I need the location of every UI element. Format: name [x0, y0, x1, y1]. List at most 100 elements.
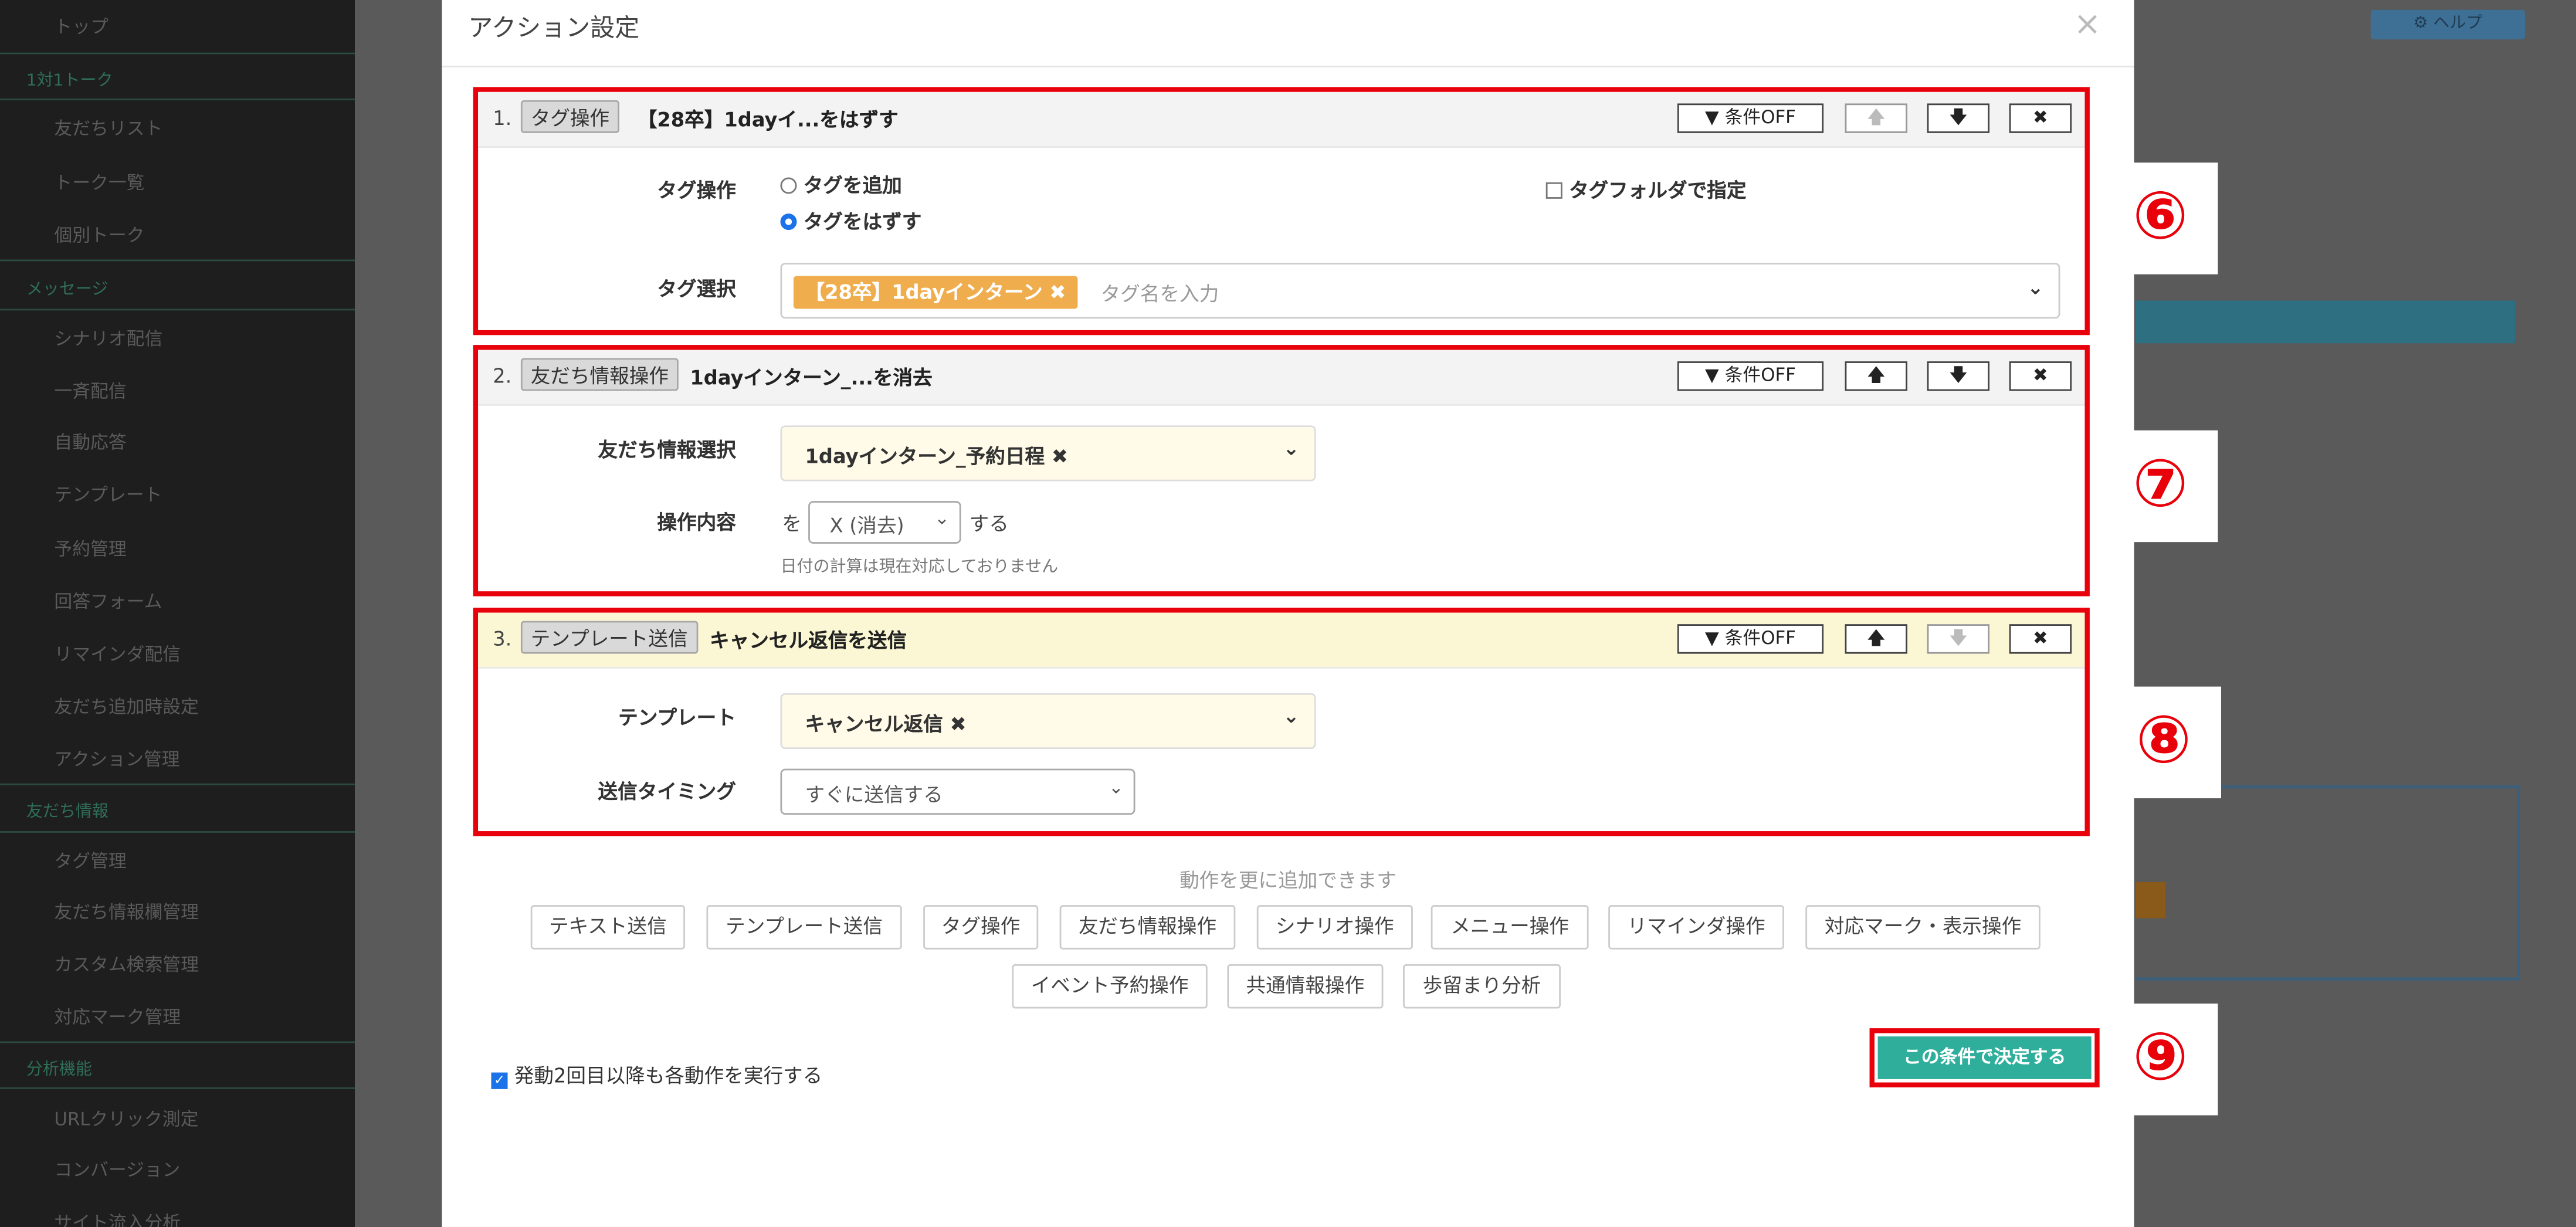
action-number: 1.	[493, 107, 512, 130]
friend-info-label: 友だち情報選択	[598, 438, 736, 462]
add-text-send-button[interactable]: テキスト送信	[530, 905, 686, 950]
chevron-down-icon: ⌄	[934, 507, 950, 529]
tag-select-label: タグ選択	[657, 277, 736, 301]
sidebar-item: コンバージョン	[54, 1160, 181, 1181]
confirm-button[interactable]: この条件で決定する	[1877, 1036, 2092, 1079]
add-friend-info-op-button[interactable]: 友だち情報操作	[1059, 905, 1236, 950]
sidebar-item: 対応マーク管理	[54, 1006, 181, 1029]
sidebar-item: シナリオ配信	[54, 328, 163, 350]
sidebar-item: アクション管理	[54, 749, 180, 771]
sidebar-divider	[0, 52, 355, 55]
condition-off-button[interactable]: ▼ 条件OFF	[1677, 361, 1824, 391]
template-select[interactable]: キャンセル返信 ✖ ⌄	[780, 693, 1316, 750]
action-block-friend-info: 2. 友だち情報操作 1dayインターン_...を消去 ▼ 条件OFF 🡅 🡇 …	[473, 345, 2090, 596]
annotation-9: ⑨	[2103, 1004, 2218, 1116]
add-tag-radio[interactable]: タグを追加	[780, 171, 902, 199]
move-down-icon[interactable]: 🡇	[1927, 361, 1990, 391]
background-sidebar: トップ 1対1トーク 友だちリスト トーク一覧 個別トーク メッセージ シナリオ…	[0, 0, 355, 1227]
move-up-icon[interactable]: 🡅	[1845, 361, 1907, 391]
add-event-reserve-op-button[interactable]: イベント予約操作	[1012, 964, 1208, 1009]
annotation-8: ⑧	[2106, 686, 2221, 799]
add-template-send-button[interactable]: テンプレート送信	[706, 905, 902, 950]
sidebar-item: 友だち情報欄管理	[54, 901, 199, 923]
sidebar-item: タグ管理	[54, 850, 127, 873]
help-label: ヘルプ	[2433, 15, 2483, 33]
add-reminder-op-button[interactable]: リマインダ操作	[1608, 905, 1784, 950]
sidebar-item: 友だち追加時設定	[54, 696, 199, 718]
help-icon: ⚙	[2413, 15, 2433, 33]
friend-info-select[interactable]: 1dayインターン_予約日程 ✖ ⌄	[780, 425, 1316, 482]
template-value: キャンセル返信 ✖	[805, 713, 967, 736]
condition-label: 条件OFF	[1724, 627, 1796, 649]
chevron-down-icon[interactable]: ⌄	[1283, 704, 1299, 727]
action-block-tag: 1. タグ操作 【28卒】1dayイ...をはずす ▼ 条件OFF 🡅 🡇 ✖ …	[473, 87, 2090, 335]
template-label: テンプレート	[618, 706, 736, 730]
sidebar-item: サイト流入分析	[54, 1212, 181, 1227]
operation-label: 操作内容	[657, 510, 736, 534]
sidebar-item: 予約管理	[54, 538, 127, 560]
tag-folder-checkbox[interactable]: タグフォルダで指定	[1545, 176, 1747, 204]
filter-icon: ▼	[1705, 107, 1725, 128]
action-type-chip: 友だち情報操作	[520, 358, 679, 391]
send-timing-select[interactable]: すぐに送信する ⌄	[780, 768, 1136, 815]
condition-off-button[interactable]: ▼ 条件OFF	[1677, 624, 1824, 654]
send-timing-value: すぐに送信する	[805, 783, 943, 807]
close-icon[interactable]: ×	[2074, 4, 2102, 43]
repeat-actions-checkbox[interactable]: ✓ 発動2回目以降も各動作を実行する	[491, 1061, 822, 1089]
move-down-icon[interactable]: 🡇	[1927, 103, 1990, 133]
chevron-down-icon[interactable]: ⌄	[2027, 276, 2043, 299]
sidebar-divider	[0, 1087, 355, 1089]
sidebar-section: メッセージ	[26, 280, 109, 299]
action-type-chip: テンプレート送信	[520, 621, 698, 654]
action-title: 【28卒】1dayイ...をはずす	[637, 108, 899, 132]
action-number: 2.	[493, 364, 512, 388]
delete-icon[interactable]: ✖	[2009, 624, 2072, 654]
date-calc-note: 日付の計算は現在対応しておりません	[780, 558, 1059, 577]
add-mark-display-op-button[interactable]: 対応マーク・表示操作	[1805, 905, 2041, 950]
operation-select[interactable]: X (消去) ⌄	[808, 501, 961, 544]
background-bar	[2136, 300, 2516, 344]
delete-icon[interactable]: ✖	[2009, 103, 2072, 133]
confirm-highlight: この条件で決定する	[1869, 1028, 2100, 1087]
tag-operation-label: タグ操作	[657, 179, 736, 202]
move-up-icon[interactable]: 🡅	[1845, 624, 1907, 654]
add-scenario-op-button[interactable]: シナリオ操作	[1256, 905, 1413, 950]
add-tag-op-button[interactable]: タグ操作	[923, 905, 1039, 950]
action-block-template: 3. テンプレート送信 キャンセル返信を送信 ▼ 条件OFF 🡅 🡇 ✖ テンプ…	[473, 608, 2090, 836]
sidebar-item: 個別トーク	[54, 225, 145, 247]
background-box	[2136, 785, 2520, 981]
selected-tag[interactable]: 【28卒】1dayインターン ✖	[793, 276, 1077, 309]
chevron-down-icon: ⌄	[1109, 777, 1124, 799]
delete-icon[interactable]: ✖	[2009, 361, 2072, 391]
condition-off-button[interactable]: ▼ 条件OFF	[1677, 103, 1824, 133]
action-title: 1dayインターン_...を消去	[690, 366, 933, 389]
sidebar-item: テンプレート	[54, 484, 162, 506]
sidebar-divider	[0, 831, 355, 833]
sidebar-section: 分析機能	[26, 1061, 92, 1079]
filter-icon: ▼	[1705, 364, 1725, 387]
action-type-chip: タグ操作	[520, 100, 620, 133]
background-marker	[2136, 882, 2165, 918]
move-up-icon[interactable]: 🡅	[1845, 103, 1907, 133]
sidebar-divider	[0, 1041, 355, 1043]
sidebar-item: 一斉配信	[54, 381, 127, 403]
tag-select-input[interactable]: 【28卒】1dayインターン ✖ タグ名を入力 ⌄	[780, 263, 2060, 319]
action-settings-modal: アクション設定 × 1. タグ操作 【28卒】1dayイ...をはずす ▼ 条件…	[442, 0, 2134, 1227]
operation-value: X (消去)	[829, 514, 904, 537]
condition-label: 条件OFF	[1724, 107, 1796, 128]
action-title: キャンセル返信を送信	[710, 629, 907, 652]
sidebar-item: トップ	[54, 16, 109, 38]
tag-search-placeholder[interactable]: タグ名を入力	[1101, 279, 1219, 307]
move-down-icon[interactable]: 🡇	[1927, 624, 1990, 654]
add-menu-op-button[interactable]: メニュー操作	[1431, 905, 1589, 950]
action-number: 3.	[493, 627, 512, 650]
add-shared-info-op-button[interactable]: 共通情報操作	[1227, 964, 1384, 1009]
sidebar-item: トーク一覧	[54, 172, 145, 194]
add-yield-analysis-button[interactable]: 歩留まり分析	[1403, 964, 1561, 1009]
friend-info-value: 1dayインターン_予約日程 ✖	[805, 445, 1069, 469]
sidebar-item: リマインダ配信	[54, 643, 181, 666]
chevron-down-icon[interactable]: ⌄	[1283, 437, 1299, 460]
sidebar-section: 友だち情報	[26, 803, 109, 822]
radio-selected-icon	[780, 213, 797, 231]
remove-tag-radio[interactable]: タグをはずす	[780, 207, 921, 235]
